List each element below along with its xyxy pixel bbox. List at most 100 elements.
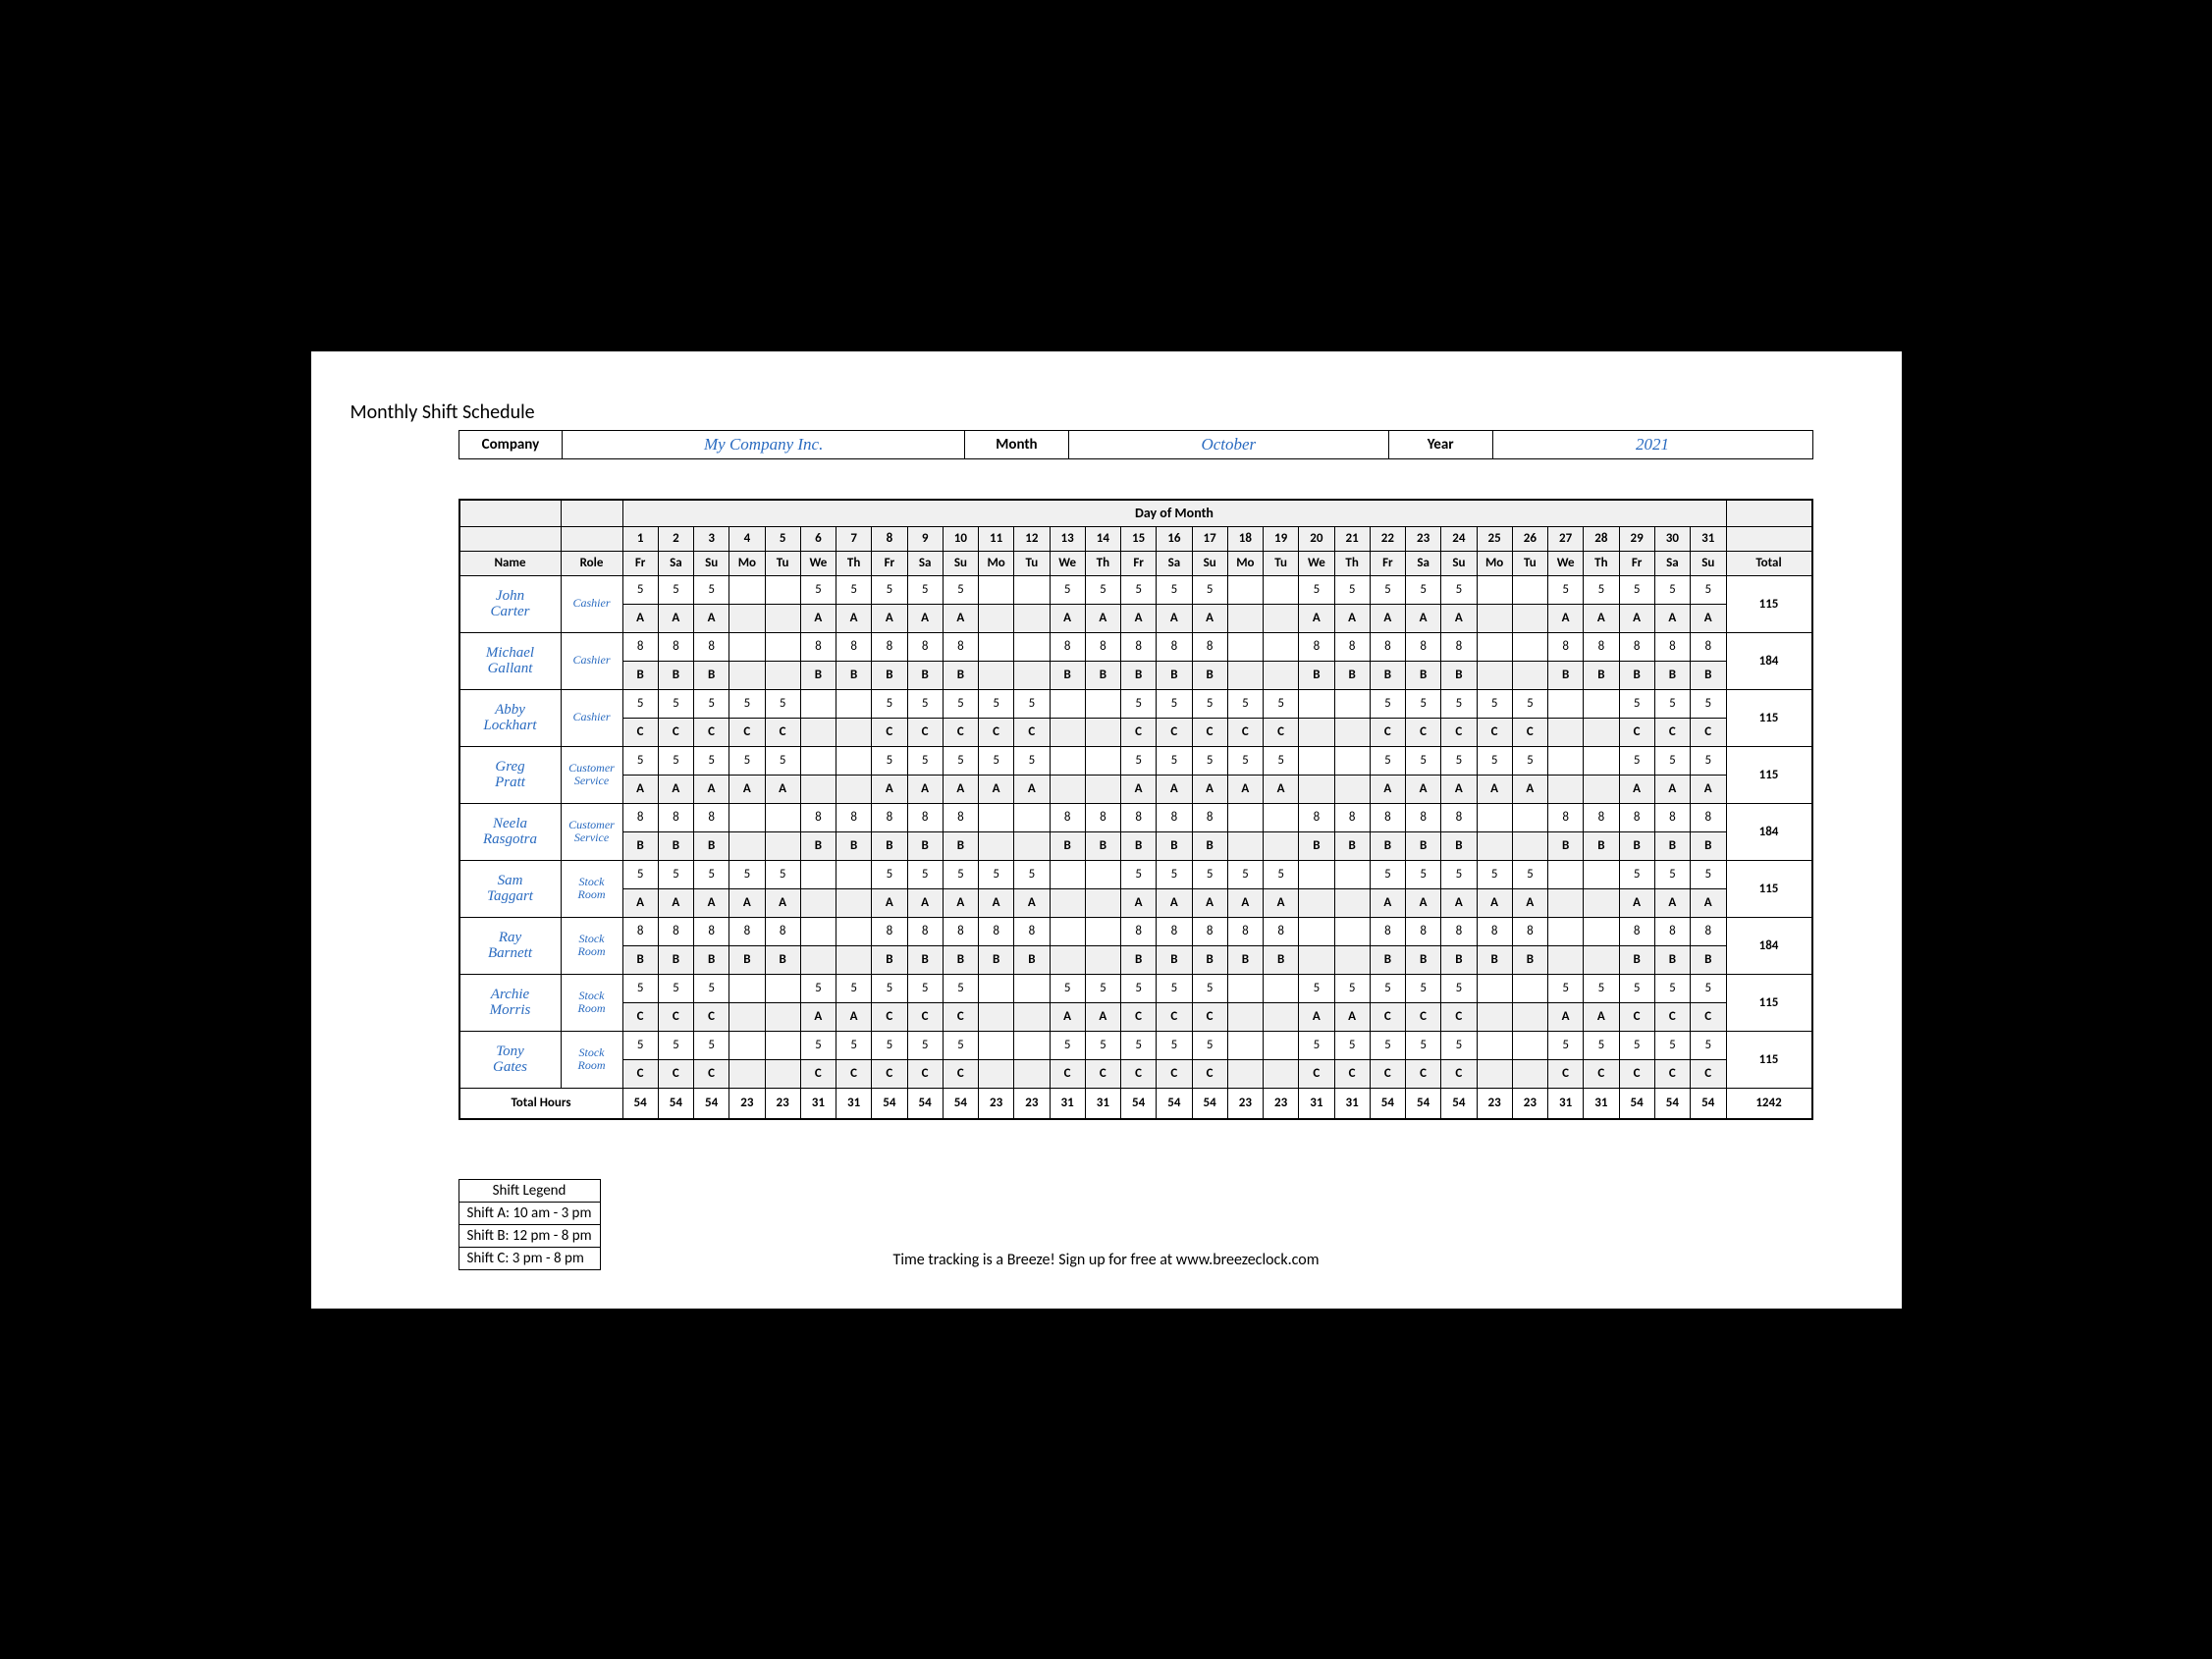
day-total: 54	[622, 1088, 658, 1119]
day-number: 12	[1014, 526, 1050, 551]
hours-cell	[1227, 1031, 1263, 1059]
day-total: 54	[872, 1088, 907, 1119]
shift-cell: C	[907, 1002, 943, 1031]
shift-cell: A	[1121, 775, 1157, 803]
hours-cell: 5	[1299, 575, 1334, 604]
hours-cell: 8	[1441, 803, 1477, 831]
shift-cell: C	[943, 1002, 978, 1031]
day-total: 23	[1477, 1088, 1512, 1119]
hours-cell: 5	[1334, 974, 1370, 1002]
hours-cell	[1334, 689, 1370, 718]
day-number: 30	[1654, 526, 1690, 551]
shift-cell: A	[907, 775, 943, 803]
shift-cell: B	[1121, 831, 1157, 860]
hours-cell	[1085, 689, 1120, 718]
shift-cell: A	[1192, 888, 1227, 917]
hours-cell: 8	[1619, 917, 1654, 945]
hours-cell	[1014, 974, 1050, 1002]
weekday-header: We	[1548, 551, 1584, 575]
shift-cell: C	[694, 718, 729, 746]
weekday-header: Su	[1691, 551, 1727, 575]
year-label: Year	[1388, 430, 1492, 458]
hours-cell: 5	[1334, 1031, 1370, 1059]
hours-cell	[1477, 632, 1512, 661]
shift-cell: B	[694, 831, 729, 860]
hours-cell: 5	[907, 974, 943, 1002]
shift-cell: A	[1014, 775, 1050, 803]
shift-cell: A	[1691, 604, 1727, 632]
hours-cell: 8	[658, 803, 693, 831]
shift-cell: B	[1441, 945, 1477, 974]
shift-cell: B	[907, 945, 943, 974]
shift-cell	[800, 888, 836, 917]
shift-cell: B	[622, 945, 658, 974]
hours-cell: 5	[1227, 689, 1263, 718]
shift-cell	[1299, 888, 1334, 917]
day-number: 14	[1085, 526, 1120, 551]
hours-cell	[1548, 689, 1584, 718]
hours-cell	[836, 689, 872, 718]
weekday-header: Th	[1334, 551, 1370, 575]
employee-role: StockRoom	[561, 974, 622, 1031]
shift-cell: C	[694, 1059, 729, 1088]
hours-cell: 8	[1654, 632, 1690, 661]
hours-cell	[1584, 689, 1619, 718]
day-number: 25	[1477, 526, 1512, 551]
hours-cell: 8	[1619, 632, 1654, 661]
employee-name: MichaelGallant	[459, 632, 562, 689]
weekday-header: We	[1050, 551, 1085, 575]
day-total: 54	[1157, 1088, 1192, 1119]
shift-cell	[1299, 775, 1334, 803]
shift-cell: A	[622, 604, 658, 632]
day-total: 54	[1121, 1088, 1157, 1119]
day-number: 20	[1299, 526, 1334, 551]
hours-cell: 8	[1121, 803, 1157, 831]
shift-cell: A	[1014, 888, 1050, 917]
hours-cell	[1014, 1031, 1050, 1059]
shift-cell: A	[943, 888, 978, 917]
shift-cell: B	[622, 831, 658, 860]
day-total: 23	[765, 1088, 800, 1119]
employee-role: Cashier	[561, 575, 622, 632]
day-number: 7	[836, 526, 872, 551]
hours-cell: 5	[622, 746, 658, 775]
hours-cell: 8	[1406, 803, 1441, 831]
shift-cell: A	[1299, 604, 1334, 632]
hours-cell	[1227, 803, 1263, 831]
hours-cell: 8	[694, 632, 729, 661]
weekday-header: Fr	[872, 551, 907, 575]
hours-cell: 5	[836, 974, 872, 1002]
shift-cell: A	[1157, 775, 1192, 803]
hours-cell: 5	[1654, 575, 1690, 604]
hours-cell: 5	[872, 689, 907, 718]
shift-cell: B	[1192, 945, 1227, 974]
shift-cell: C	[1227, 718, 1263, 746]
shift-cell: A	[1477, 775, 1512, 803]
shift-cell: C	[622, 1059, 658, 1088]
hours-cell	[800, 689, 836, 718]
day-number: 19	[1264, 526, 1299, 551]
shift-cell: C	[1691, 1059, 1727, 1088]
hours-cell: 5	[1192, 1031, 1227, 1059]
shift-cell	[1050, 945, 1085, 974]
shift-cell: B	[1227, 945, 1263, 974]
shift-cell: B	[1264, 945, 1299, 974]
shift-cell	[729, 661, 765, 689]
hours-cell: 5	[765, 689, 800, 718]
shift-cell: C	[943, 718, 978, 746]
hours-cell: 5	[1370, 746, 1405, 775]
shift-cell: A	[1406, 604, 1441, 632]
shift-cell: B	[1654, 945, 1690, 974]
legend-row: Shift C: 3 pm - 8 pm	[459, 1248, 600, 1269]
hours-cell: 5	[1157, 1031, 1192, 1059]
shift-cell: A	[1370, 775, 1405, 803]
hours-cell: 5	[943, 746, 978, 775]
shift-cell: A	[694, 888, 729, 917]
shift-cell: A	[1406, 775, 1441, 803]
shift-cell: C	[1121, 718, 1157, 746]
shift-cell: A	[1121, 604, 1157, 632]
employee-total: 184	[1726, 803, 1812, 860]
hours-cell: 5	[1192, 746, 1227, 775]
hours-cell	[1264, 575, 1299, 604]
hours-cell: 5	[1264, 746, 1299, 775]
